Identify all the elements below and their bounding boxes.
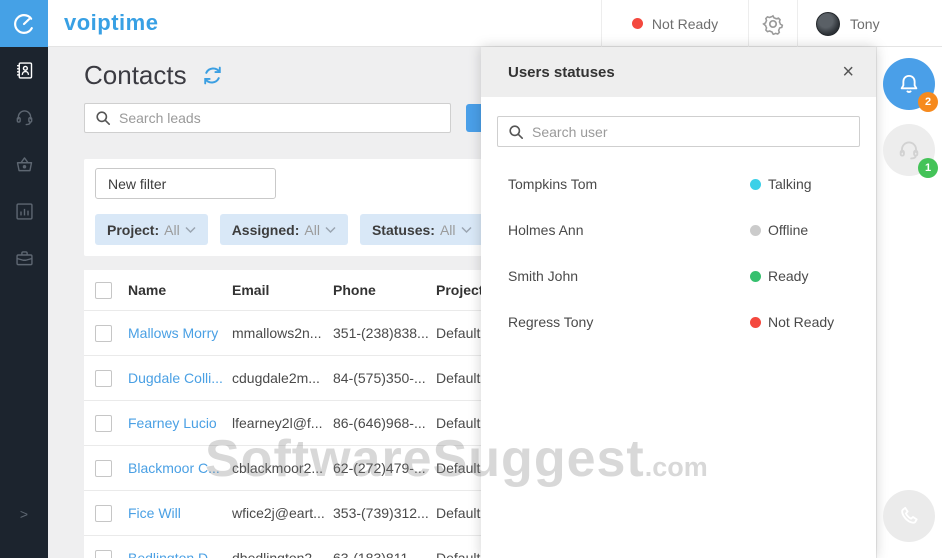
chevron-down-icon [325, 226, 336, 233]
gear-icon [762, 14, 784, 35]
row-checkbox[interactable] [95, 324, 112, 342]
new-filter-input[interactable]: New filter [95, 168, 276, 199]
users-status-list: Tompkins Tom Talking Holmes Ann Offline … [481, 161, 876, 345]
user-status-name: Holmes Ann [508, 222, 584, 238]
search-leads-input[interactable] [119, 110, 440, 126]
contact-phone: 84-(575)350-... [333, 370, 426, 386]
reports-chart-icon [15, 203, 33, 220]
search-leads-box [84, 103, 451, 133]
phone-icon [901, 506, 918, 524]
row-checkbox[interactable] [95, 549, 112, 558]
user-status-label: Not Ready [768, 314, 835, 330]
search-icon [509, 124, 523, 139]
contact-name-link[interactable]: Blackmoor C... [128, 460, 220, 476]
row-checkbox[interactable] [95, 414, 112, 432]
agent-status-label: Not Ready [651, 15, 719, 32]
sidebar-item-agent-headset[interactable] [0, 94, 48, 141]
contact-phone: 63-(183)811-... [333, 550, 425, 558]
status-dot [750, 224, 761, 236]
status-dot [750, 178, 761, 190]
close-icon[interactable]: × [842, 62, 854, 82]
user-status-name: Regress Tony [508, 314, 594, 330]
sidebar-item-basket[interactable] [0, 141, 48, 188]
contact-phone: 86-(646)968-... [333, 415, 426, 431]
select-all-checkbox[interactable] [95, 281, 112, 299]
agent-status-selector[interactable]: Not Ready [601, 0, 748, 47]
sidebar-nav: > [0, 47, 48, 558]
chevron-down-icon [185, 226, 196, 233]
basket-icon [16, 157, 32, 172]
user-status-label: Offline [768, 222, 809, 238]
status-dot [750, 316, 761, 328]
user-status-row[interactable]: Regress Tony Not Ready [481, 299, 876, 345]
user-status-row[interactable]: Holmes Ann Offline [481, 207, 876, 253]
sidebar-expand-chevron[interactable]: > [0, 506, 48, 522]
sidebar-item-briefcase[interactable] [0, 235, 48, 282]
user-status-row[interactable]: Smith John Ready [481, 253, 876, 299]
bell-icon [900, 74, 918, 93]
contact-email: mmallows2n... [232, 325, 322, 341]
column-header[interactable]: Email [232, 282, 333, 298]
status-dot [750, 270, 761, 282]
contact-email: lfearney2l@f... [232, 415, 323, 431]
contact-name-link[interactable]: Bedlington D... [128, 550, 220, 558]
contact-email: wfice2j@eart... [232, 505, 325, 521]
contacts-book-icon [16, 62, 32, 79]
users-statuses-panel: Users statuses × Tompkins Tom Talking Ho… [481, 47, 876, 558]
filter-chip[interactable]: Statuses: All [359, 214, 484, 245]
panel-header: Users statuses × [481, 47, 876, 97]
logo-gauge-icon[interactable] [0, 0, 48, 47]
filter-chip[interactable]: Assigned: All [219, 214, 348, 245]
support-badge: 1 [918, 158, 938, 178]
headset-icon [899, 141, 919, 160]
row-checkbox[interactable] [95, 459, 112, 477]
column-header[interactable]: Name [128, 282, 232, 298]
row-checkbox[interactable] [95, 504, 112, 522]
user-name: Tony [850, 15, 880, 32]
top-bar: voiptime Not Ready Tony [0, 0, 942, 47]
search-icon [96, 111, 110, 125]
column-header[interactable]: Phone [333, 282, 436, 298]
page-title: Contacts [84, 60, 187, 90]
user-status-row[interactable]: Tompkins Tom Talking [481, 161, 876, 207]
call-button[interactable] [883, 490, 935, 542]
agent-headset-icon [16, 110, 32, 126]
row-checkbox[interactable] [95, 369, 112, 387]
contact-name-link[interactable]: Dugdale Colli... [128, 370, 223, 386]
contact-email: cblackmoor2... [232, 460, 324, 476]
contact-phone: 351-(238)838... [333, 325, 429, 341]
user-status-name: Smith John [508, 268, 579, 284]
contact-phone: 353-(739)312... [333, 505, 429, 521]
search-user-box [497, 116, 860, 147]
user-status-label: Talking [768, 176, 812, 192]
panel-title: Users statuses [508, 63, 615, 81]
avatar [816, 11, 840, 36]
settings-button[interactable] [748, 0, 797, 47]
contact-email: dbedlington2... [232, 550, 324, 558]
sidebar-item-reports-chart[interactable] [0, 188, 48, 235]
notifications-badge: 2 [918, 92, 938, 112]
contact-phone: 62-(272)479-... [333, 460, 426, 476]
contact-name-link[interactable]: Fearney Lucio [128, 415, 217, 431]
status-dot [631, 18, 643, 29]
user-status-label: Ready [768, 268, 809, 284]
user-status-name: Tompkins Tom [508, 176, 598, 192]
contact-name-link[interactable]: Fice Will [128, 505, 181, 521]
briefcase-icon [15, 251, 33, 266]
contact-email: cdugdale2m... [232, 370, 320, 386]
search-user-input[interactable] [532, 123, 849, 140]
chevron-down-icon [461, 226, 472, 233]
sidebar-item-contacts-book[interactable] [0, 47, 48, 94]
logo-wordmark: voiptime [64, 10, 159, 35]
contact-name-link[interactable]: Mallows Morry [128, 325, 218, 341]
filter-chip[interactable]: Project: All [95, 214, 208, 245]
user-menu[interactable]: Tony [797, 0, 942, 47]
refresh-icon[interactable] [201, 64, 224, 87]
